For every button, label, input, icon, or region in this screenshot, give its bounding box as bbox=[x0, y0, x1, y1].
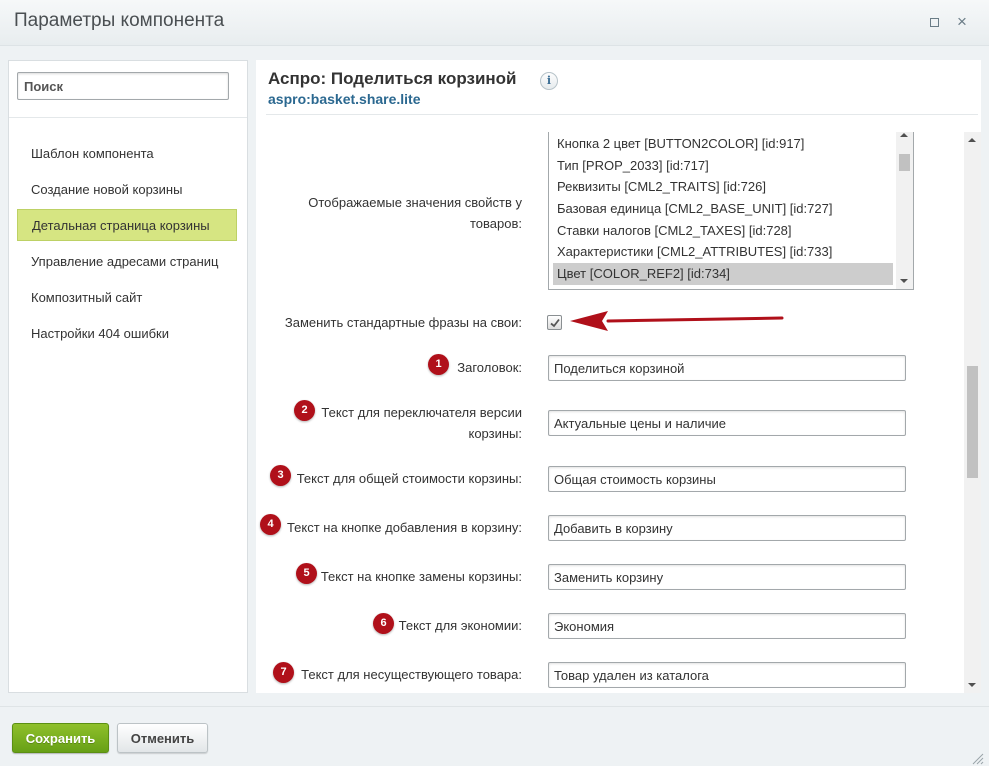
replace-phrases-checkbox[interactable] bbox=[547, 315, 562, 330]
economy-input[interactable] bbox=[548, 613, 906, 639]
listbox-scroll-thumb[interactable] bbox=[899, 154, 910, 171]
header-divider bbox=[266, 114, 978, 115]
listbox-item[interactable]: Характеристики [CML2_ATTRIBUTES] [id:733… bbox=[553, 241, 893, 263]
listbox-item[interactable]: Реквизиты [CML2_TRAITS] [id:726] bbox=[553, 176, 893, 198]
listbox-item-selected[interactable]: Цвет [COLOR_REF2] [id:734] bbox=[553, 263, 893, 285]
add-to-cart-label: Текст на кнопке добавления в корзину: bbox=[286, 520, 522, 535]
main-panel: Аспро: Поделиться корзиной i aspro:baske… bbox=[256, 60, 981, 693]
properties-label: Отображаемые значения свойств у товаров: bbox=[308, 195, 522, 231]
sidebar-divider bbox=[9, 117, 247, 118]
sidebar: Шаблон компонента Создание новой корзины… bbox=[8, 60, 248, 693]
sidebar-item-404[interactable]: Настройки 404 ошибки bbox=[17, 318, 237, 350]
replace-cart-input[interactable] bbox=[548, 564, 906, 590]
total-cost-input[interactable] bbox=[548, 466, 906, 492]
listbox-item[interactable]: Базовая единица [CML2_BASE_UNIT] [id:727… bbox=[553, 198, 893, 220]
maximize-icon[interactable] bbox=[926, 14, 942, 30]
sidebar-item-detail-page[interactable]: Детальная страница корзины bbox=[17, 209, 237, 241]
add-to-cart-input[interactable] bbox=[548, 515, 906, 541]
scroll-up-icon[interactable] bbox=[900, 133, 908, 137]
missing-product-label: Текст для несуществующего товара: bbox=[301, 667, 522, 682]
listbox-scrollbar[interactable] bbox=[896, 132, 913, 289]
scroll-down-icon[interactable] bbox=[968, 683, 976, 687]
listbox-item[interactable]: Тип [PROP_2033] [id:717] bbox=[553, 155, 893, 177]
window-titlebar: Параметры компонента × bbox=[0, 0, 989, 46]
cancel-button[interactable]: Отменить bbox=[117, 723, 208, 753]
close-icon[interactable]: × bbox=[954, 13, 970, 30]
economy-label: Текст для экономии: bbox=[398, 618, 522, 633]
total-cost-label: Текст для общей стоимости корзины: bbox=[296, 471, 522, 486]
save-button[interactable]: Сохранить bbox=[12, 723, 109, 753]
annotation-arrow-icon bbox=[570, 311, 784, 331]
sidebar-item-new-basket[interactable]: Создание новой корзины bbox=[17, 174, 237, 206]
replace-cart-label: Текст на кнопке замены корзины: bbox=[320, 569, 522, 584]
info-icon[interactable]: i bbox=[540, 72, 558, 90]
resize-grip-icon[interactable] bbox=[970, 751, 984, 765]
search-input[interactable] bbox=[17, 72, 229, 100]
window-title: Параметры компонента bbox=[14, 10, 225, 31]
main-scrollbar[interactable] bbox=[964, 132, 981, 693]
component-title: Аспро: Поделиться корзиной bbox=[268, 69, 517, 88]
sidebar-item-composite[interactable]: Композитный сайт bbox=[17, 282, 237, 314]
settings-form: Отображаемые значения свойств у товаров:… bbox=[256, 132, 964, 693]
listbox-item[interactable]: Ставки налогов [CML2_TAXES] [id:728] bbox=[553, 220, 893, 242]
component-code: aspro:basket.share.lite bbox=[268, 91, 421, 107]
checkmark-icon bbox=[550, 318, 560, 328]
annotation-badge-4: 4 bbox=[260, 514, 281, 535]
title-label: Заголовок: bbox=[457, 360, 522, 375]
replace-phrases-label: Заменить стандартные фразы на свои: bbox=[284, 315, 522, 330]
title-input[interactable] bbox=[548, 355, 906, 381]
version-switch-input[interactable] bbox=[548, 410, 906, 436]
sidebar-item-url-management[interactable]: Управление адресами страниц bbox=[17, 246, 237, 278]
missing-product-input[interactable] bbox=[548, 662, 906, 688]
scroll-up-icon[interactable] bbox=[968, 138, 976, 142]
dialog-footer: Сохранить Отменить bbox=[0, 706, 989, 766]
maximize-square bbox=[929, 17, 939, 27]
version-switch-label: Текст для переключателя версии корзины: bbox=[321, 405, 522, 441]
scroll-down-icon[interactable] bbox=[900, 279, 908, 283]
properties-listbox[interactable]: Кнопка цвет [BUTTON2COLOR] [id:...] Кноп… bbox=[548, 132, 914, 290]
sidebar-item-template[interactable]: Шаблон компонента bbox=[17, 138, 237, 170]
main-scroll-thumb[interactable] bbox=[967, 366, 978, 478]
listbox-item[interactable]: Кнопка 2 цвет [BUTTON2COLOR] [id:917] bbox=[553, 133, 893, 155]
